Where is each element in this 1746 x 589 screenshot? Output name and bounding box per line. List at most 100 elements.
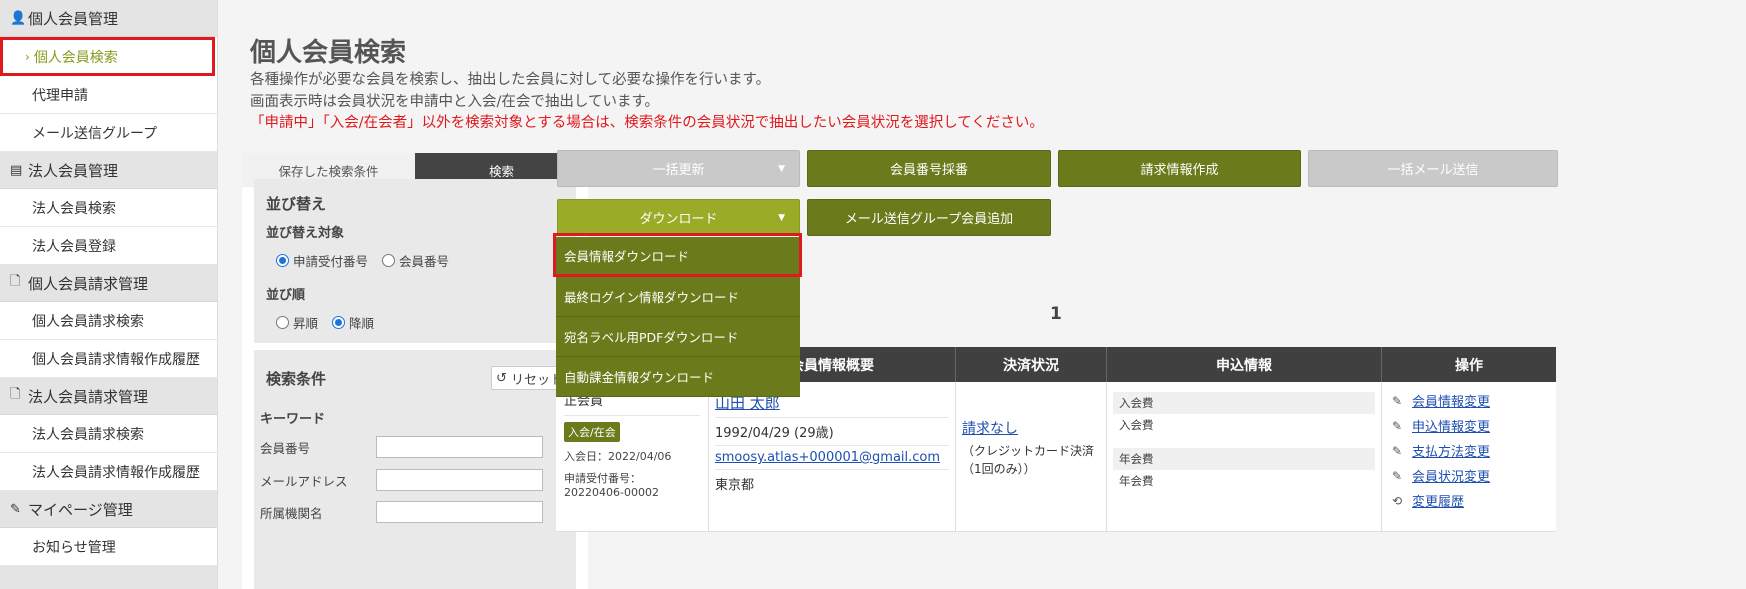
field-label-member-no: 会員番号 [260, 441, 311, 456]
member-summary-cell: 山田 太郎 1992/04/29 (29歳) smoosy.atlas+0000… [709, 382, 956, 531]
menu-item-auto-billing-download[interactable]: 自動課金情報ダウンロード [556, 357, 800, 397]
warning-text: 「申請中」「入会/在会者」以外を検索対象とする場合は、検索条件の会員状況で抽出し… [250, 115, 1044, 131]
sidebar-item-label: 個人会員請求情報作成履歴 [32, 351, 200, 368]
pencil-icon: ✎ [1392, 443, 1403, 458]
sidebar-section-corporate-billing[interactable]: 🗋 法人会員請求管理 [0, 378, 217, 415]
column-header-payment: 決済状況 [956, 347, 1107, 382]
sidebar-item-label: お知らせ管理 [32, 539, 116, 556]
radio-asc[interactable] [276, 316, 289, 329]
sidebar-item-corporate-search[interactable]: 法人会員検索 [0, 189, 217, 227]
document-icon: 🗋 [10, 274, 21, 289]
application-cell: 入会費 入会費 年会費 年会費 [1107, 382, 1382, 531]
table-row: 正会員 入会/在会 入会日：2022/04/06 申請受付番号： 2022040… [556, 382, 1556, 532]
sidebar-item-label: 法人会員請求検索 [32, 426, 144, 443]
sort-target-label: 並び替え対象 [266, 226, 345, 241]
email-link[interactable]: smoosy.atlas+000001@gmail.com [715, 446, 949, 470]
birth-date: 1992/04/29 (29歳) [715, 418, 949, 446]
radio-desc[interactable] [332, 316, 346, 329]
billing-create-button[interactable]: 請求情報作成 [1058, 150, 1301, 187]
sidebar-item-corporate-register[interactable]: 法人会員登録 [0, 227, 217, 265]
sidebar-item-proxy-apply[interactable]: 代理申請 [0, 76, 217, 114]
sidebar-section-corporate[interactable]: ▤ 法人会員管理 [0, 152, 217, 189]
app-no-label: 申請受付番号： [564, 472, 641, 485]
sidebar-item-corporate-billing-history[interactable]: 法人会員請求情報作成履歴 [0, 453, 217, 491]
sidebar-section-individual-billing[interactable]: 🗋 個人会員請求管理 [0, 265, 217, 302]
radio-label: 会員番号 [399, 254, 450, 269]
search-panel: 保存した検索条件 検索 並び替え 並び替え対象 申請受付番号 会員番号 並び順 … [242, 153, 588, 589]
sidebar-item-individual-search[interactable]: › 個人会員検索 [0, 37, 215, 76]
radio-sort-app-no[interactable] [276, 254, 289, 267]
sidebar-section-label: 個人会員請求管理 [28, 274, 149, 293]
pagination-current[interactable]: 1 [1050, 304, 1062, 324]
bulk-mail-button[interactable]: 一括メール送信 [1308, 150, 1558, 187]
email-input[interactable] [376, 469, 543, 491]
sort-title: 並び替え [266, 195, 327, 213]
sidebar-section-mypage[interactable]: ✎ マイページ管理 [0, 491, 217, 528]
sidebar-item-label: 個人会員請求検索 [32, 313, 144, 330]
sidebar-item-individual-billing-history[interactable]: 個人会員請求情報作成履歴 [0, 340, 217, 378]
menu-item-last-login-download[interactable]: 最終ログイン情報ダウンロード [556, 277, 800, 317]
pencil-icon: ✎ [1392, 468, 1403, 483]
sidebar-item-corporate-billing-search[interactable]: 法人会員請求検索 [0, 415, 217, 453]
field-label-email: メールアドレス [260, 474, 348, 489]
radio-label: 降順 [349, 316, 375, 331]
field-label-org: 所属機関名 [260, 506, 323, 521]
sidebar-section-label: 個人会員管理 [28, 9, 119, 28]
op-history[interactable]: 変更履歴 [1412, 491, 1464, 510]
app-no: 20220406-00002 [564, 486, 659, 499]
history-icon: ⟲ [1392, 493, 1403, 508]
undo-icon: ↺ [496, 370, 507, 386]
menu-item-member-info-download[interactable]: 会員情報ダウンロード [553, 233, 802, 277]
sidebar: 👤 個人会員管理 › 個人会員検索 代理申請 メール送信グループ ▤ 法人会員管… [0, 0, 218, 589]
sidebar-item-news[interactable]: お知らせ管理 [0, 528, 217, 566]
org-input[interactable] [376, 501, 543, 523]
download-button[interactable]: ダウンロード ▼ [557, 199, 800, 236]
op-edit-status[interactable]: 会員状況変更 [1412, 466, 1490, 485]
sidebar-item-label: 法人会員請求情報作成履歴 [32, 464, 200, 481]
description-line-2: 画面表示時は会員状況を申請中と入会/在会で抽出しています。 [250, 94, 659, 110]
member-no-input[interactable] [376, 436, 543, 458]
payment-status-link[interactable]: 請求なし [962, 418, 1100, 438]
sidebar-section-label: 法人会員請求管理 [28, 387, 149, 406]
member-number-button[interactable]: 会員番号採番 [807, 150, 1051, 187]
join-date: 入会日：2022/04/06 [564, 450, 672, 463]
sidebar-item-individual-billing-search[interactable]: 個人会員請求検索 [0, 302, 217, 340]
fee-value: 年会費 [1119, 474, 1154, 488]
caret-down-icon: ▼ [778, 163, 785, 174]
chevron-right-icon: › [25, 49, 30, 64]
pencil-icon: ✎ [1392, 418, 1403, 433]
sidebar-item-mail-group[interactable]: メール送信グループ [0, 114, 217, 152]
caret-down-icon: ▼ [778, 212, 785, 223]
sort-order-label: 並び順 [266, 288, 306, 303]
button-label: ダウンロード [639, 212, 718, 227]
column-header-application: 申込情報 [1107, 347, 1382, 382]
op-edit-member[interactable]: 会員情報変更 [1412, 391, 1490, 410]
pen-icon: ✎ [10, 501, 21, 517]
payment-method: （クレジットカード決済（1回のみ）） [962, 444, 1095, 476]
sidebar-item-label: 法人会員登録 [32, 238, 116, 255]
radio-label: 昇順 [293, 316, 319, 331]
menu-item-label-pdf-download[interactable]: 宛名ラベル用PDFダウンロード [556, 317, 800, 357]
bulk-update-button[interactable]: 一括更新 ▼ [557, 150, 800, 187]
op-edit-application[interactable]: 申込情報変更 [1412, 416, 1490, 435]
radio-sort-member-no[interactable] [382, 254, 396, 267]
member-status-cell: 正会員 入会/在会 入会日：2022/04/06 申請受付番号： 2022040… [556, 382, 709, 531]
search-conditions-box: 検索条件 ↺ リセット キーワード 会員番号 メールアドレス 所属機関名 [254, 350, 576, 589]
sidebar-section-partial[interactable] [0, 566, 217, 589]
sidebar-item-label: 個人会員検索 [33, 49, 118, 66]
sidebar-item-label: 法人会員検索 [32, 200, 116, 217]
download-menu: 会員情報ダウンロード 最終ログイン情報ダウンロード 宛名ラベル用PDFダウンロー… [553, 233, 802, 397]
prefecture: 東京都 [715, 478, 755, 493]
add-mail-group-button[interactable]: メール送信グループ会員追加 [807, 199, 1051, 236]
radio-label: 申請受付番号 [293, 254, 369, 269]
document-icon: 🗋 [10, 387, 21, 402]
page-title: 個人会員検索 [250, 38, 407, 68]
payment-cell: 請求なし （クレジットカード決済（1回のみ）） [956, 382, 1107, 531]
op-edit-payment[interactable]: 支払方法変更 [1412, 441, 1490, 460]
person-icon: 👤 [10, 10, 27, 26]
operations-cell: ✎ 会員情報変更 ✎ 申込情報変更 ✎ 支払方法変更 ✎ 会員状況変更 ⟲ 変更履歴 [1382, 382, 1556, 531]
status-badge: 入会/在会 [564, 422, 620, 442]
fee-title: 年会費 [1113, 448, 1375, 470]
sidebar-section-label: マイページ管理 [28, 500, 133, 519]
sidebar-section-individual[interactable]: 👤 個人会員管理 [0, 0, 217, 37]
